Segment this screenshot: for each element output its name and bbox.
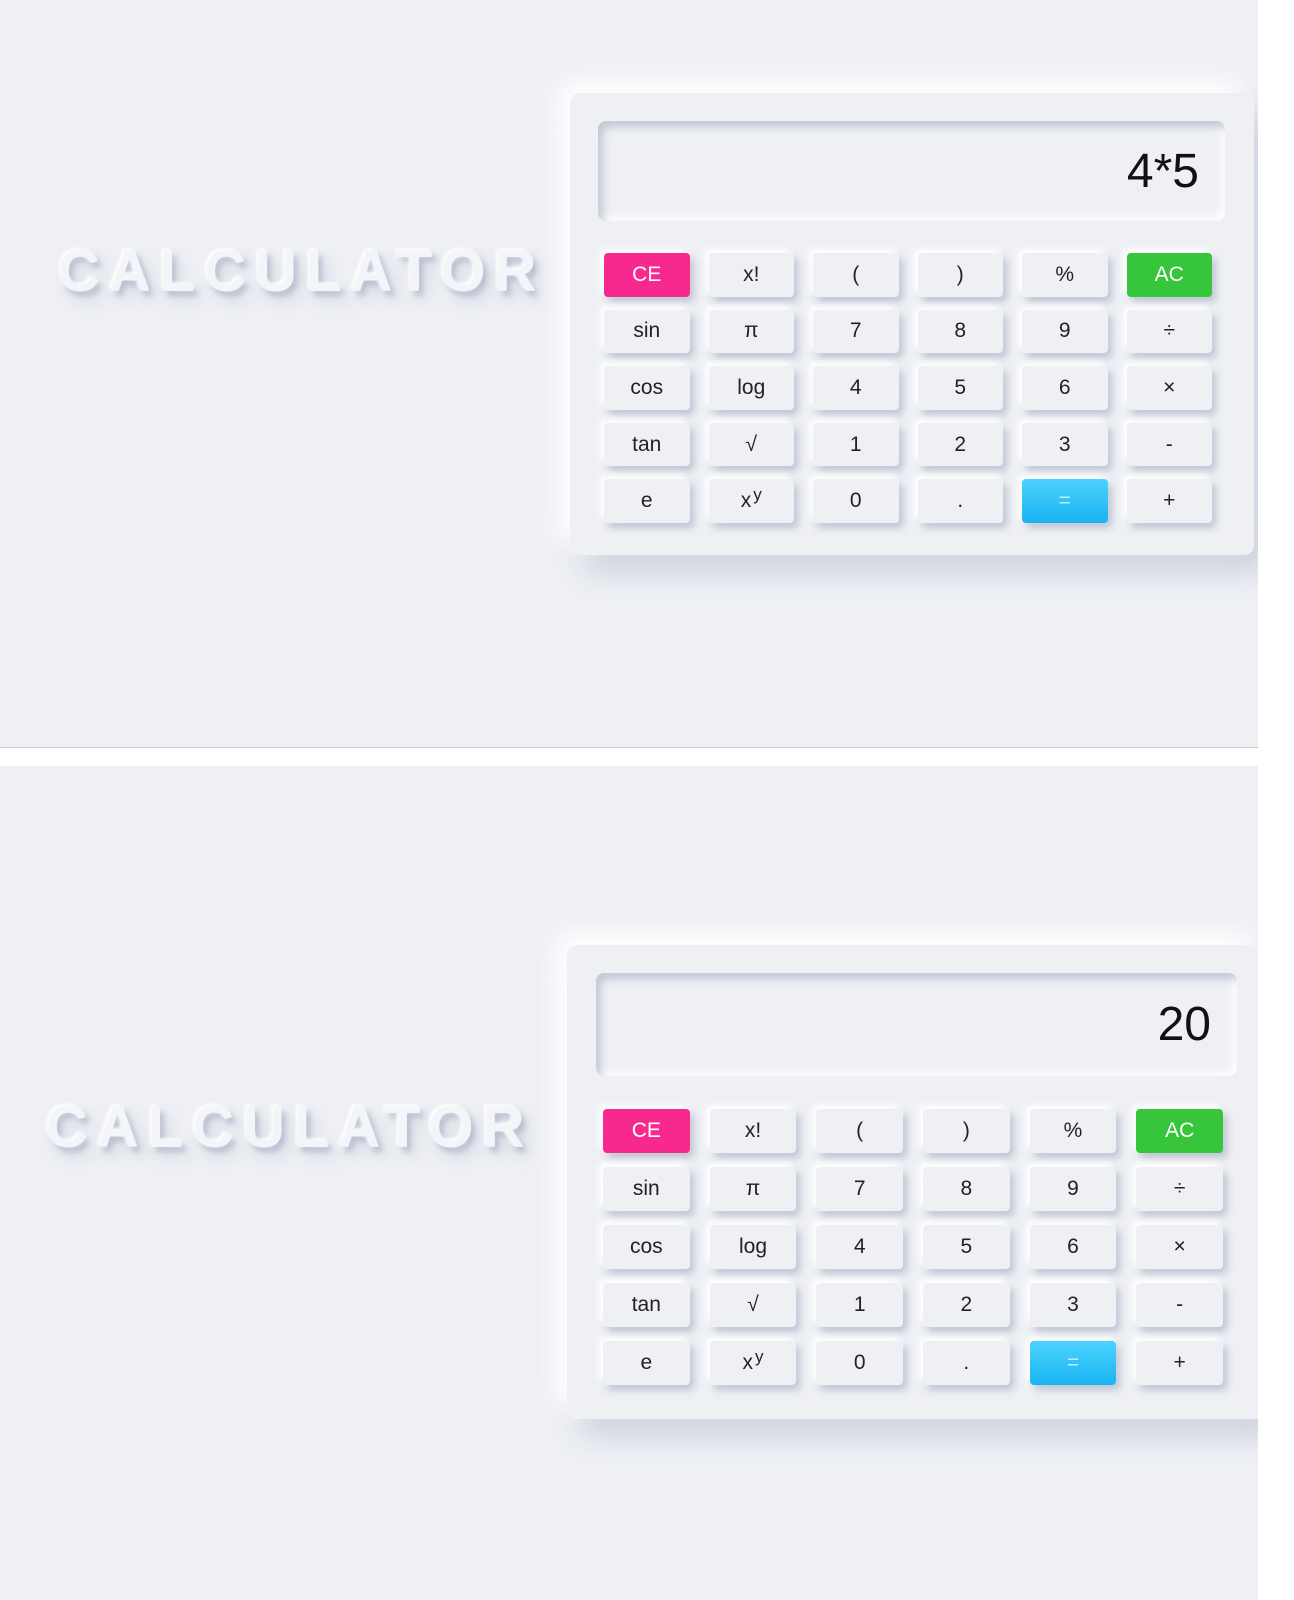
- pi-button[interactable]: π: [709, 1167, 797, 1211]
- keypad: CE x! ( ) % AC sin π 7 8 9 ÷ cos log 4 5…: [604, 253, 1212, 523]
- clear-entry-button[interactable]: CE: [603, 1109, 690, 1153]
- decimal-button[interactable]: .: [917, 479, 1003, 523]
- page-title: CALCULATOR: [58, 239, 546, 304]
- factorial-button[interactable]: x!: [708, 253, 794, 297]
- tan-button[interactable]: tan: [604, 422, 690, 467]
- divide-button[interactable]: ÷: [1126, 309, 1212, 354]
- digit-5-button[interactable]: 5: [917, 366, 1003, 410]
- power-button[interactable]: xy: [708, 479, 794, 523]
- cos-button[interactable]: cos: [603, 1225, 690, 1269]
- percent-button[interactable]: %: [1022, 253, 1108, 297]
- open-paren-button[interactable]: (: [813, 253, 899, 297]
- power-exponent: y: [754, 1347, 764, 1366]
- multiply-button[interactable]: ×: [1126, 366, 1212, 410]
- power-exponent: y: [753, 485, 762, 505]
- digit-8-button[interactable]: 8: [917, 309, 1003, 354]
- digit-6-button[interactable]: 6: [1022, 366, 1108, 410]
- log-button[interactable]: log: [708, 366, 794, 410]
- power-button[interactable]: xy: [709, 1341, 797, 1385]
- digit-5-button[interactable]: 5: [922, 1225, 1010, 1269]
- equals-button[interactable]: =: [1029, 1341, 1117, 1385]
- decimal-button[interactable]: .: [922, 1341, 1010, 1385]
- digit-0-button[interactable]: 0: [813, 479, 899, 523]
- cos-button[interactable]: cos: [604, 366, 690, 410]
- digit-9-button[interactable]: 9: [1022, 309, 1108, 354]
- tan-button[interactable]: tan: [603, 1283, 690, 1327]
- sin-button[interactable]: sin: [604, 309, 690, 354]
- sqrt-button[interactable]: √: [709, 1283, 797, 1327]
- digit-4-button[interactable]: 4: [816, 1225, 903, 1269]
- all-clear-button[interactable]: AC: [1126, 253, 1212, 297]
- digit-9-button[interactable]: 9: [1029, 1167, 1117, 1211]
- subtract-button[interactable]: -: [1126, 422, 1212, 467]
- page-title: CALCULATOR: [46, 1095, 534, 1160]
- digit-6-button[interactable]: 6: [1029, 1225, 1117, 1269]
- divide-button[interactable]: ÷: [1136, 1167, 1223, 1211]
- equals-button[interactable]: =: [1022, 479, 1108, 523]
- digit-3-button[interactable]: 3: [1022, 422, 1108, 467]
- close-paren-button[interactable]: ): [922, 1109, 1010, 1153]
- multiply-button[interactable]: ×: [1136, 1225, 1223, 1269]
- keypad: CE x! ( ) % AC sin π 7 8 9 ÷ cos log 4 5…: [603, 1109, 1223, 1385]
- calculator-panel: 20 CE x! ( ) % AC sin π 7 8 9 ÷ cos log …: [567, 945, 1258, 1419]
- digit-7-button[interactable]: 7: [816, 1167, 903, 1211]
- screenshot-after: CALCULATOR 20 CE x! ( ) % AC sin π 7 8 9…: [0, 766, 1258, 1600]
- sqrt-button[interactable]: √: [708, 422, 794, 467]
- calculator-display: 20: [596, 973, 1237, 1076]
- screenshot-gap: [0, 748, 1294, 766]
- digit-3-button[interactable]: 3: [1029, 1283, 1117, 1327]
- digit-0-button[interactable]: 0: [816, 1341, 903, 1385]
- digit-8-button[interactable]: 8: [922, 1167, 1010, 1211]
- power-base: x: [740, 489, 752, 513]
- close-paren-button[interactable]: ): [917, 253, 1003, 297]
- add-button[interactable]: +: [1126, 479, 1212, 523]
- right-margin: [1258, 0, 1294, 1600]
- digit-2-button[interactable]: 2: [922, 1283, 1010, 1327]
- digit-1-button[interactable]: 1: [813, 422, 899, 467]
- sin-button[interactable]: sin: [603, 1167, 690, 1211]
- digit-2-button[interactable]: 2: [917, 422, 1003, 467]
- subtract-button[interactable]: -: [1136, 1283, 1223, 1327]
- digit-4-button[interactable]: 4: [813, 366, 899, 410]
- digit-7-button[interactable]: 7: [813, 309, 899, 354]
- pi-button[interactable]: π: [708, 309, 794, 354]
- digit-1-button[interactable]: 1: [816, 1283, 903, 1327]
- clear-entry-button[interactable]: CE: [604, 253, 690, 297]
- all-clear-button[interactable]: AC: [1136, 1109, 1223, 1153]
- calculator-panel: 4*5 CE x! ( ) % AC sin π 7 8 9 ÷ cos log…: [570, 93, 1254, 555]
- add-button[interactable]: +: [1136, 1341, 1223, 1385]
- euler-button[interactable]: e: [604, 479, 690, 523]
- calculator-display: 4*5: [598, 121, 1225, 221]
- factorial-button[interactable]: x!: [709, 1109, 797, 1153]
- open-paren-button[interactable]: (: [816, 1109, 903, 1153]
- screenshot-before: CALCULATOR 4*5 CE x! ( ) % AC sin π 7 8 …: [0, 0, 1258, 748]
- power-base: x: [742, 1351, 753, 1374]
- log-button[interactable]: log: [709, 1225, 797, 1269]
- euler-button[interactable]: e: [603, 1341, 690, 1385]
- percent-button[interactable]: %: [1029, 1109, 1117, 1153]
